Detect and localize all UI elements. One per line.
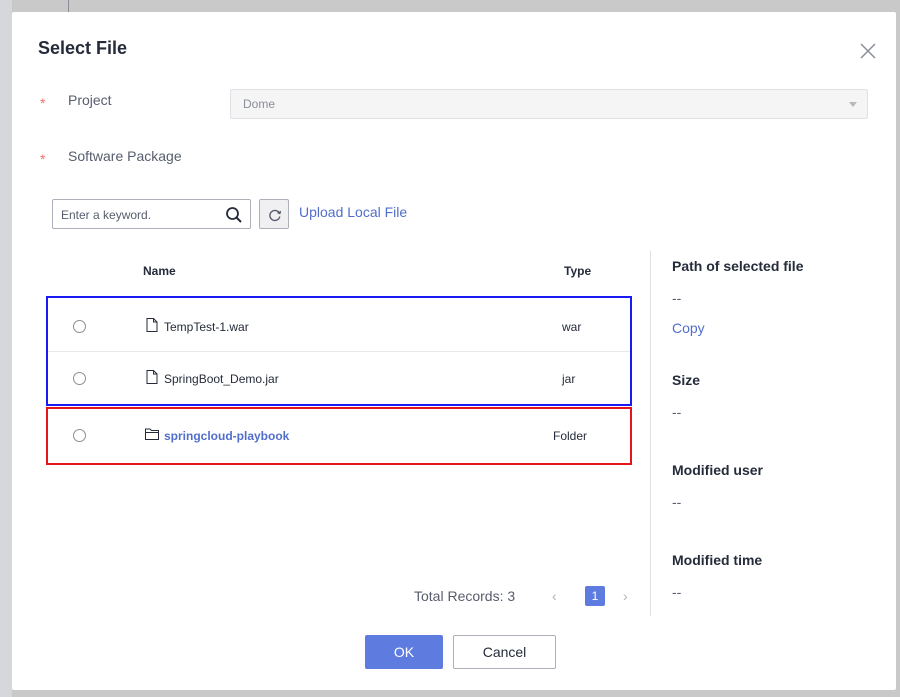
ok-button[interactable]: OK — [365, 635, 443, 669]
folder-name-link[interactable]: springcloud-playbook — [164, 429, 289, 443]
column-header-name: Name — [143, 264, 176, 278]
search-input[interactable] — [61, 206, 211, 224]
pager-next-button[interactable]: › — [623, 588, 628, 604]
path-value: -- — [672, 290, 682, 306]
size-label: Size — [672, 372, 701, 388]
refresh-button[interactable] — [259, 199, 289, 229]
file-icon — [146, 370, 158, 384]
backdrop-divider — [68, 0, 69, 12]
file-name: SpringBoot_Demo.jar — [164, 372, 279, 386]
cancel-button[interactable]: Cancel — [453, 635, 556, 669]
modified-time-value: -- — [672, 584, 682, 600]
modified-time-label: Modified time — [672, 552, 763, 568]
upload-local-file-link[interactable]: Upload Local File — [299, 204, 407, 220]
path-label: Path of selected file — [672, 258, 804, 274]
required-mark: * — [40, 151, 46, 167]
select-file-dialog: Select File * Project Dome * Software Pa… — [12, 12, 896, 690]
software-package-label: Software Package — [68, 148, 182, 164]
size-value: -- — [672, 404, 682, 420]
file-type: Folder — [553, 429, 588, 443]
column-header-type: Type — [564, 264, 592, 278]
row-radio[interactable] — [73, 320, 86, 333]
table-row[interactable]: springcloud-playbook Folder — [46, 409, 632, 461]
table-row[interactable]: TempTest-1.war war — [46, 300, 632, 352]
row-radio[interactable] — [73, 429, 86, 442]
table-row[interactable]: SpringBoot_Demo.jar jar — [46, 352, 632, 404]
file-icon — [146, 318, 158, 332]
project-label: Project — [68, 92, 112, 108]
modified-user-value: -- — [672, 494, 682, 510]
file-type: war — [562, 320, 582, 334]
copy-link[interactable]: Copy — [672, 320, 705, 336]
modified-user-label: Modified user — [672, 462, 764, 478]
folder-icon — [145, 428, 159, 440]
pager-total: Total Records: 3 — [414, 588, 516, 604]
close-icon[interactable] — [856, 39, 880, 63]
file-name: TempTest-1.war — [164, 320, 249, 334]
dialog-title: Select File — [38, 38, 128, 58]
file-type: jar — [562, 372, 576, 386]
chevron-down-icon — [849, 102, 857, 107]
panel-divider — [650, 251, 651, 616]
pager-prev-button[interactable]: ‹ — [552, 588, 557, 604]
search-box — [52, 199, 251, 229]
refresh-icon — [269, 209, 282, 222]
backdrop — [0, 0, 12, 697]
project-select-value: Dome — [243, 97, 276, 111]
required-mark: * — [40, 95, 46, 111]
project-select[interactable]: Dome — [230, 89, 868, 119]
pager-page-button[interactable]: 1 — [585, 586, 605, 606]
row-radio[interactable] — [73, 372, 86, 385]
search-icon[interactable] — [224, 205, 244, 225]
